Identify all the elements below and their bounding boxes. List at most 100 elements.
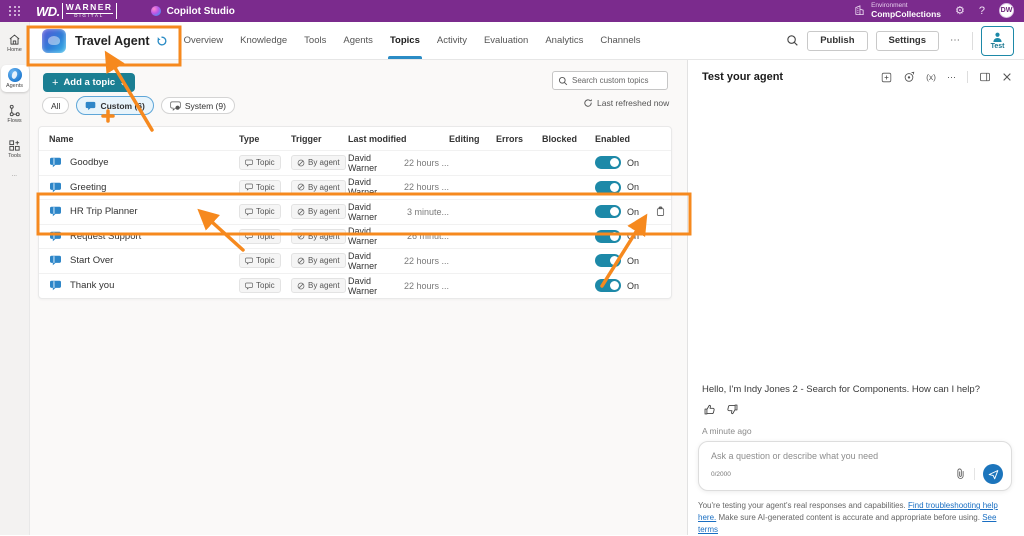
search-icon[interactable] — [786, 34, 799, 47]
header-divider — [972, 32, 973, 50]
enabled-toggle[interactable] — [595, 230, 621, 243]
sidebar-item-agents[interactable]: Agents — [1, 65, 29, 92]
table-row[interactable]: Request Support Topic By agent David War… — [39, 225, 671, 250]
enabled-label: On — [627, 256, 639, 266]
col-errors[interactable]: Errors — [496, 134, 542, 144]
topic-name[interactable]: Request Support — [70, 231, 141, 242]
logo-digital-text: DIGITAL — [66, 13, 113, 19]
table-row-hr-trip-planner[interactable]: HR Trip Planner Topic By agent David War… — [39, 200, 671, 225]
settings-gear-icon[interactable]: ⚙ — [955, 4, 965, 17]
enabled-label: On — [627, 231, 639, 241]
add-topic-label: Add a topic — [63, 77, 115, 88]
topic-name[interactable]: HR Trip Planner — [70, 206, 138, 217]
publish-button[interactable]: Publish — [807, 31, 867, 51]
sidebar-item-home[interactable]: Home — [1, 30, 29, 56]
col-type[interactable]: Type — [239, 134, 291, 144]
tab-agents[interactable]: Agents — [343, 22, 373, 59]
sidebar-item-flows[interactable]: Flows — [1, 101, 29, 127]
filter-chip-custom[interactable]: Custom (6) — [76, 96, 153, 115]
tab-activity[interactable]: Activity — [437, 22, 467, 59]
col-blocked[interactable]: Blocked — [542, 134, 595, 144]
app-launcher-waffle-icon[interactable] — [4, 0, 26, 22]
filter-chip-system[interactable]: System (9) — [161, 97, 235, 114]
open-in-window-icon[interactable] — [979, 72, 991, 82]
settings-button[interactable]: Settings — [876, 31, 939, 51]
test-agent-panel: Test your agent (x) ⋯ Hello, I'm Indy Jo… — [687, 60, 1024, 535]
copy-clipboard-icon[interactable] — [655, 206, 666, 217]
test-panel-title: Test your agent — [702, 71, 783, 83]
search-custom-topics-input[interactable] — [572, 76, 662, 85]
tab-knowledge[interactable]: Knowledge — [240, 22, 287, 59]
test-button[interactable]: Test — [981, 26, 1014, 56]
table-header-row: Name Type Trigger Last modified Editing … — [39, 127, 671, 151]
enabled-label: On — [627, 281, 639, 291]
col-enabled[interactable]: Enabled — [595, 134, 671, 144]
agent-tabs: Overview Knowledge Tools Agents Topics A… — [184, 22, 641, 59]
table-row[interactable]: Start Over Topic By agent David Warner22… — [39, 249, 671, 274]
tab-evaluation[interactable]: Evaluation — [484, 22, 528, 59]
panel-divider — [967, 71, 968, 83]
table-row[interactable]: Thank you Topic By agent David Warner22 … — [39, 274, 671, 299]
thumbs-down-icon[interactable] — [726, 403, 739, 416]
thumbs-up-icon[interactable] — [703, 403, 716, 416]
topic-type-icon — [245, 183, 253, 191]
enabled-toggle[interactable] — [595, 156, 621, 169]
more-icon[interactable]: ⋯ — [947, 72, 956, 83]
table-row[interactable]: Greeting Topic By agent David Warner22 h… — [39, 176, 671, 201]
close-icon[interactable] — [1002, 72, 1012, 82]
modified-by: David Warner — [348, 177, 399, 197]
tools-icon — [8, 139, 21, 152]
home-icon — [8, 33, 21, 46]
col-name[interactable]: Name — [49, 134, 239, 144]
logo-warner-text: WARNER — [66, 3, 113, 12]
new-chat-icon[interactable] — [881, 72, 892, 83]
enabled-toggle[interactable] — [595, 254, 621, 267]
tab-channels[interactable]: Channels — [600, 22, 640, 59]
send-button[interactable] — [983, 464, 1003, 484]
enabled-label: On — [627, 207, 639, 217]
filter-chip-all[interactable]: All — [42, 97, 69, 114]
help-icon[interactable]: ? — [979, 5, 985, 17]
enabled-toggle[interactable] — [595, 279, 621, 292]
by-agent-icon — [297, 257, 305, 265]
sidebar-item-more[interactable]: ⋯ — [1, 171, 29, 183]
agent-message: Hello, I'm Indy Jones 2 - Search for Com… — [702, 384, 1007, 397]
topic-type-icon — [245, 159, 253, 167]
variables-icon[interactable]: (x) — [926, 72, 936, 82]
topic-name[interactable]: Greeting — [70, 182, 106, 193]
header-more-icon[interactable]: ⋯ — [947, 35, 964, 46]
left-nav-rail: Home Agents Flows Tools ⋯ — [0, 22, 30, 535]
col-editing[interactable]: Editing — [449, 134, 496, 144]
modified-time: 22 hours ... — [404, 182, 449, 192]
topic-name[interactable]: Start Over — [70, 255, 113, 266]
topic-type-icon — [245, 232, 253, 240]
agent-avatar[interactable] — [42, 29, 66, 53]
tab-analytics[interactable]: Analytics — [545, 22, 583, 59]
add-topic-button[interactable]: + Add a topic ⌄ — [43, 73, 135, 92]
modified-time: 3 minute... — [407, 207, 449, 217]
topic-name[interactable]: Goodbye — [70, 157, 109, 168]
enabled-toggle[interactable] — [595, 205, 621, 218]
topic-bubble-icon — [49, 182, 62, 193]
filter-label: Custom (6) — [100, 101, 144, 111]
user-avatar[interactable]: DW — [999, 3, 1014, 18]
table-row[interactable]: Goodbye Topic By agent David Warner22 ho… — [39, 151, 671, 176]
search-icon — [558, 76, 568, 86]
last-refreshed[interactable]: Last refreshed now — [583, 98, 669, 108]
tab-tools[interactable]: Tools — [304, 22, 326, 59]
tab-overview[interactable]: Overview — [184, 22, 224, 59]
search-custom-topics-box[interactable] — [552, 71, 668, 90]
type-badge: Topic — [239, 155, 281, 170]
enabled-toggle[interactable] — [595, 181, 621, 194]
attach-paperclip-icon[interactable] — [955, 468, 975, 480]
topic-name[interactable]: Thank you — [70, 280, 114, 291]
test-panel-disclaimer: You're testing your agent's real respons… — [698, 500, 1018, 536]
col-trigger[interactable]: Trigger — [291, 134, 348, 144]
track-between-topics-icon[interactable] — [903, 71, 915, 83]
chat-input[interactable] — [711, 451, 991, 461]
environment-picker[interactable]: Environment CompCollections — [854, 2, 941, 19]
col-last-modified[interactable]: Last modified — [348, 134, 449, 144]
sidebar-item-tools[interactable]: Tools — [1, 136, 29, 162]
tab-topics[interactable]: Topics — [390, 22, 420, 59]
enabled-label: On — [627, 158, 639, 168]
